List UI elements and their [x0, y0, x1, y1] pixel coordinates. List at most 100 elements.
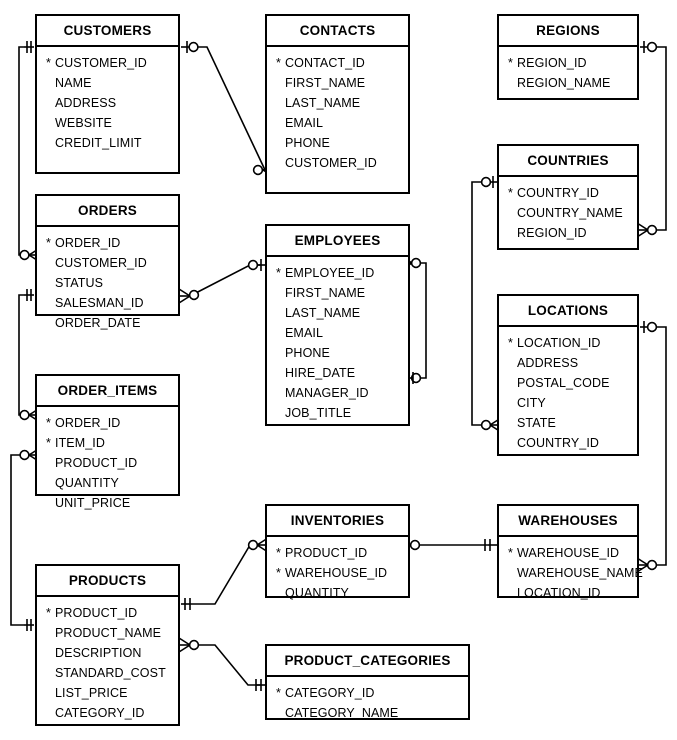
attribute-row: CITY — [499, 393, 637, 413]
attribute-label: CATEGORY_ID — [285, 685, 375, 700]
entity-title: CUSTOMERS — [37, 16, 178, 47]
attribute-label: CUSTOMER_ID — [285, 155, 377, 170]
attribute-row: JOB_TITLE — [267, 403, 408, 423]
entity-inventories[interactable]: INVENTORIES * PRODUCT_ID * WAREHOUSE_ID QU… — [265, 504, 410, 600]
attribute-row: COUNTRY_ID — [499, 433, 637, 453]
attribute-label: STATUS — [55, 275, 104, 290]
attribute-label: FIRST_NAME — [285, 75, 366, 90]
entity-countries[interactable]: COUNTRIES * COUNTRY_ID COUNTRY_NAME REGIO… — [497, 144, 639, 250]
attribute-label: LOCATION_ID — [517, 585, 601, 600]
attribute-row: LAST_NAME — [267, 93, 408, 113]
pk-marker: * — [508, 185, 513, 200]
attribute-row: CATEGORY_NAME — [267, 703, 468, 723]
attribute-label: WAREHOUSE_ID — [285, 565, 388, 580]
attribute-row: * EMPLOYEE_ID — [267, 263, 408, 283]
entity-orders[interactable]: ORDERS * ORDER_ID CUSTOMER_ID STATUS SALE… — [35, 194, 180, 330]
entity-employees[interactable]: EMPLOYEES * EMPLOYEE_ID FIRST_NAME LAST_N… — [265, 224, 410, 426]
attribute-row: * CATEGORY_ID — [267, 683, 468, 703]
attribute-row: FIRST_NAME — [267, 283, 408, 303]
attribute-label: PRODUCT_NAME — [55, 625, 162, 640]
attribute-list: * CONTACT_ID FIRST_NAME LAST_NAME EMAIL P… — [267, 47, 408, 179]
attribute-list: * EMPLOYEE_ID FIRST_NAME LAST_NAME EMAIL … — [267, 257, 408, 429]
entity-locations[interactable]: LOCATIONS * LOCATION_ID ADDRESS POSTAL_CO… — [497, 294, 639, 456]
pk-marker: * — [46, 415, 51, 430]
entity-product-categories[interactable]: PRODUCT_CATEGORIES * CATEGORY_ID CATEGORY… — [265, 644, 470, 720]
attribute-list: * WAREHOUSE_ID WAREHOUSE_NAME LOCATION_ID — [499, 537, 643, 609]
attribute-label: PHONE — [285, 135, 330, 150]
attribute-row: STANDARD_COST — [37, 663, 178, 683]
pk-marker: * — [276, 685, 281, 700]
entity-contacts[interactable]: CONTACTS * CONTACT_ID FIRST_NAME LAST_NAM… — [265, 14, 410, 194]
attribute-label: CITY — [517, 395, 546, 410]
attribute-row: SALESMAN_ID — [37, 293, 178, 313]
connector-categories-products — [178, 637, 265, 691]
attribute-row: * WAREHOUSE_ID — [267, 563, 408, 583]
attribute-list: * LOCATION_ID ADDRESS POSTAL_CODE CITY ST… — [499, 327, 637, 459]
connector-warehouses-inventories — [399, 537, 497, 553]
attribute-label: LAST_NAME — [285, 95, 361, 110]
entity-title: ORDERS — [37, 196, 178, 227]
attribute-row: PRODUCT_ID — [37, 453, 178, 473]
connector-orders-employees — [178, 259, 265, 304]
attribute-row: * REGION_ID — [499, 53, 637, 73]
attribute-row: CUSTOMER_ID — [37, 253, 178, 273]
attribute-row: * LOCATION_ID — [499, 333, 637, 353]
attribute-list: * ORDER_ID CUSTOMER_ID STATUS SALESMAN_ID… — [37, 227, 178, 339]
attribute-label: ADDRESS — [517, 355, 579, 370]
entity-title: EMPLOYEES — [267, 226, 408, 257]
attribute-label: REGION_ID — [517, 55, 587, 70]
entity-title: PRODUCTS — [37, 566, 178, 597]
attribute-label: ORDER_ID — [55, 415, 121, 430]
attribute-label: COUNTRY_ID — [517, 185, 600, 200]
entity-title: COUNTRIES — [499, 146, 637, 177]
pk-marker: * — [46, 435, 51, 450]
pk-marker: * — [508, 335, 513, 350]
attribute-label: COUNTRY_NAME — [517, 205, 623, 220]
attribute-label: EMAIL — [285, 115, 324, 130]
pk-marker: * — [276, 565, 281, 580]
attribute-label: CATEGORY_ID — [55, 705, 145, 720]
attribute-row: CREDIT_LIMIT — [37, 133, 178, 153]
attribute-label: CREDIT_LIMIT — [55, 135, 142, 150]
entity-products[interactable]: PRODUCTS * PRODUCT_ID PRODUCT_NAME DESCRI… — [35, 564, 180, 726]
attribute-label: FIRST_NAME — [285, 285, 366, 300]
attribute-label: PRODUCT_ID — [55, 455, 138, 470]
attribute-list: * PRODUCT_ID * WAREHOUSE_ID QUANTITY — [267, 537, 408, 609]
attribute-label: ADDRESS — [55, 95, 117, 110]
attribute-row: ADDRESS — [37, 93, 178, 113]
entity-title: INVENTORIES — [267, 506, 408, 537]
attribute-label: MANAGER_ID — [285, 385, 369, 400]
entity-warehouses[interactable]: WAREHOUSES * WAREHOUSE_ID WAREHOUSE_NAME … — [497, 504, 643, 600]
entity-title: CONTACTS — [267, 16, 408, 47]
attribute-row: STATE — [499, 413, 637, 433]
attribute-row: FIRST_NAME — [267, 73, 408, 93]
attribute-row: * PRODUCT_ID — [267, 543, 408, 563]
attribute-label: POSTAL_CODE — [517, 375, 610, 390]
attribute-label: UNIT_PRICE — [55, 495, 131, 510]
pk-marker: * — [46, 605, 51, 620]
attribute-list: * COUNTRY_ID COUNTRY_NAME REGION_ID — [499, 177, 637, 249]
attribute-row: COUNTRY_NAME — [499, 203, 637, 223]
attribute-label: COUNTRY_ID — [517, 435, 600, 450]
attribute-row: CATEGORY_ID — [37, 703, 178, 723]
pk-marker: * — [46, 55, 51, 70]
pk-marker: * — [508, 55, 513, 70]
entity-order-items[interactable]: ORDER_ITEMS * ORDER_ID * ITEM_ID PRODUCT_I… — [35, 374, 180, 510]
entity-title: WAREHOUSES — [499, 506, 637, 537]
attribute-label: WAREHOUSE_NAME — [517, 565, 643, 580]
pk-marker: * — [508, 545, 513, 560]
attribute-label: CUSTOMER_ID — [55, 55, 147, 70]
attribute-row: EMAIL — [267, 113, 408, 133]
attribute-row: NAME — [37, 73, 178, 93]
attribute-row: * CONTACT_ID — [267, 53, 408, 73]
attribute-label: EMPLOYEE_ID — [285, 265, 375, 280]
attribute-row: QUANTITY — [37, 473, 178, 493]
pk-marker: * — [276, 265, 281, 280]
attribute-label: LAST_NAME — [285, 305, 361, 320]
entity-regions[interactable]: REGIONS * REGION_ID REGION_NAME — [497, 14, 639, 100]
pk-marker: * — [46, 235, 51, 250]
attribute-row: ADDRESS — [499, 353, 637, 373]
entity-customers[interactable]: CUSTOMERS * CUSTOMER_ID NAME ADDRESS WEBS… — [35, 14, 180, 174]
attribute-row: REGION_NAME — [499, 73, 637, 93]
attribute-label: ORDER_DATE — [55, 315, 141, 330]
